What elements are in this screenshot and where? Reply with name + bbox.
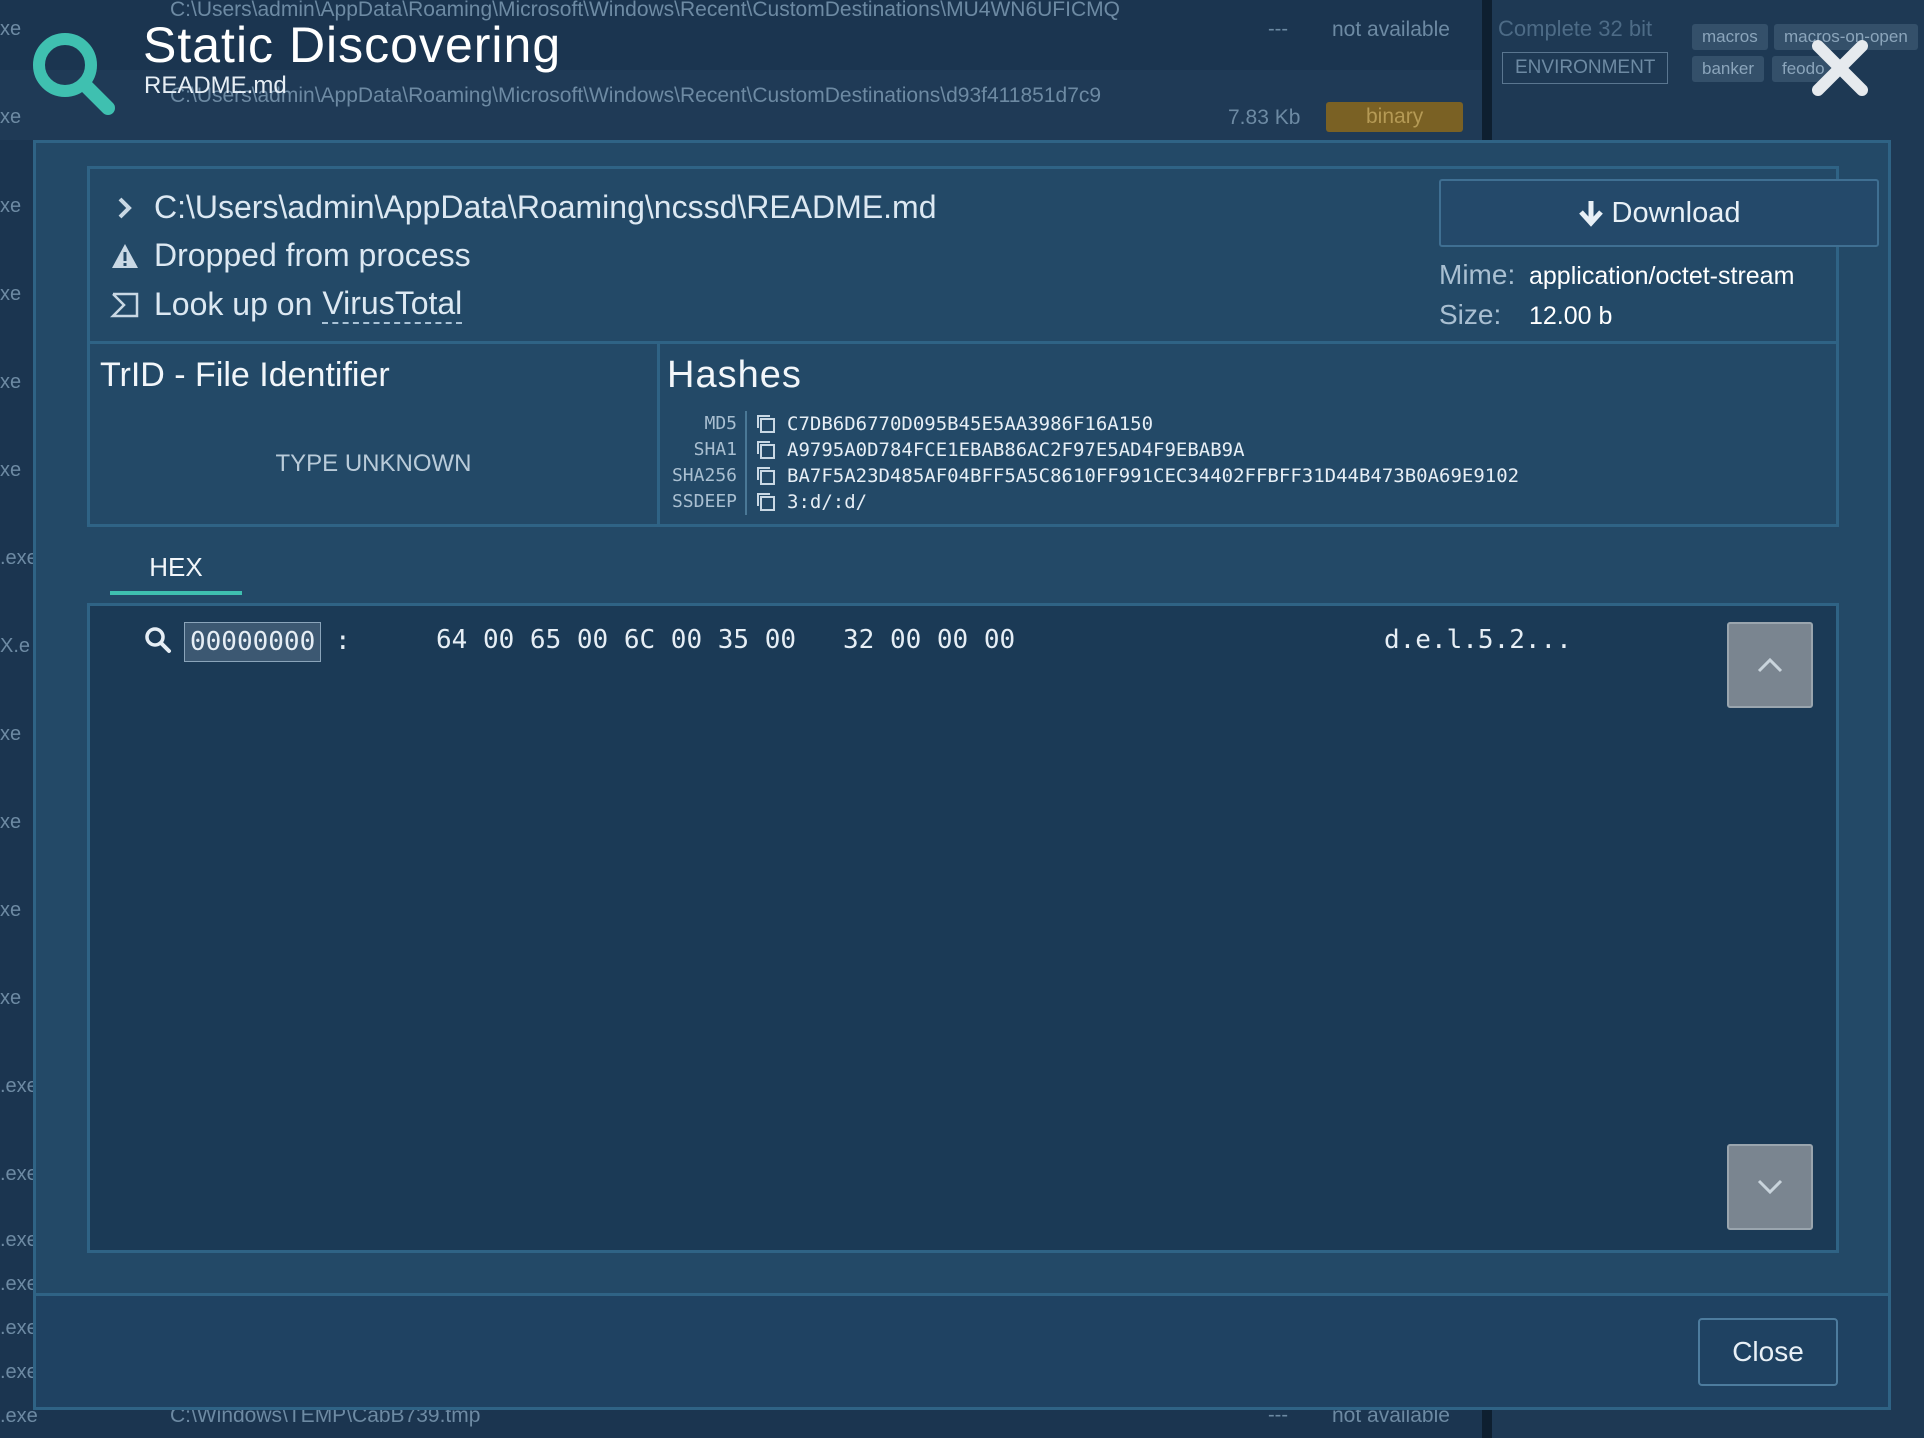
modal-footer: Close	[36, 1293, 1888, 1407]
background-environment: ENVIRONMENT	[1502, 52, 1669, 84]
mime-label: Mime:	[1439, 259, 1516, 290]
size-label: Size:	[1439, 299, 1502, 330]
download-button[interactable]: Download	[1439, 179, 1879, 247]
hex-viewer: 00000000 : 64 00 65 00 6C 00 35 00 32 00…	[87, 603, 1839, 1253]
hex-bytes: 64 00 65 00 6C 00 35 00 32 00 00 00	[436, 625, 1016, 655]
lookup-label: Look up on	[154, 286, 313, 322]
hash-label: SHA256	[657, 463, 747, 489]
close-icon[interactable]	[1808, 36, 1872, 100]
trid-title: TrID - File Identifier	[100, 356, 390, 394]
dropped-line: Dropped from process	[110, 237, 471, 274]
background-rail-label: .exe	[0, 1075, 38, 1097]
virustotal-link[interactable]: VirusTotal	[322, 285, 463, 324]
hash-label: MD5	[657, 411, 747, 437]
trid-section: TrID - File Identifier TYPE UNKNOWN	[87, 341, 660, 527]
hash-row-sha1: SHA1 A9795A0D784FCE1EBAB86AC2F97E5AD4F9E…	[657, 437, 1519, 463]
background-rail-label: xe	[0, 459, 22, 481]
hash-value: 3:d/:d/	[787, 491, 868, 513]
background-rail-label: xe	[0, 371, 22, 393]
mime-row: Mime: application/octet-stream	[1439, 259, 1794, 291]
background-rail-label: .exe	[0, 1405, 38, 1427]
page-subtitle: README.md	[144, 72, 287, 99]
copy-icon[interactable]	[755, 439, 777, 461]
background-row-path: C:\Users\admin\AppData\Roaming\Microsoft…	[170, 84, 1102, 107]
background-rail-label: .exe	[0, 547, 38, 569]
tab-hex[interactable]: HEX	[110, 547, 242, 595]
background-rail-label: xe	[0, 899, 22, 921]
hash-value: C7DB6D6770D095B45E5AA3986F16A150	[787, 413, 1154, 435]
chevron-right-icon	[118, 197, 132, 218]
background-rail-label: .exe	[0, 1273, 38, 1295]
page-title: Static Discovering	[143, 17, 562, 73]
file-path: C:\Users\admin\AppData\Roaming\ncssd\REA…	[154, 189, 937, 225]
hex-offset-input[interactable]: 00000000	[184, 622, 322, 662]
background-rail-label: .exe	[0, 1163, 38, 1185]
background-rail-label: .exe	[0, 1317, 38, 1339]
download-label: Download	[1611, 196, 1741, 229]
size-row: Size: 12.00 b	[1439, 299, 1612, 331]
hash-value: BA7F5A23D485AF04BFF5A5C8610FF991CEC34402…	[787, 465, 1520, 487]
scroll-down-button[interactable]	[1727, 1144, 1813, 1230]
copy-icon[interactable]	[755, 413, 777, 435]
virustotal-line: Look up on VirusTotal	[110, 285, 463, 324]
background-rail-label: xe	[0, 283, 22, 305]
hex-offset-separator: :	[335, 626, 351, 656]
background-complete-label: Complete 32 bit	[1498, 16, 1653, 41]
mime-value: application/octet-stream	[1529, 262, 1795, 290]
chevron-up-icon	[1757, 657, 1783, 673]
size-value: 12.00 b	[1529, 302, 1613, 330]
background-rail-label: X.e	[0, 635, 31, 657]
dropped-label: Dropped from process	[154, 237, 471, 273]
hashes-section: Hashes MD5 C7DB6D6770D095B45E5AA3986F16A…	[657, 341, 1839, 527]
background-rail-label: .exe	[0, 1361, 38, 1383]
hashes-title: Hashes	[667, 354, 802, 396]
background-row-size: 7.83 Kb	[1228, 106, 1301, 129]
warning-icon	[112, 243, 138, 268]
background-row-badge: binary	[1326, 102, 1464, 132]
hash-value: A9795A0D784FCE1EBAB86AC2F97E5AD4F9EBAB9A	[787, 439, 1245, 461]
file-info-section: C:\Users\admin\AppData\Roaming\ncssd\REA…	[87, 166, 1879, 341]
hash-row-sha256: SHA256 BA7F5A23D485AF04BFF5A5C8610FF991C…	[657, 463, 1519, 489]
arrow-down-icon	[1578, 201, 1603, 227]
hex-ascii: d.e.l.5.2...	[1384, 625, 1572, 655]
chevron-down-icon	[1757, 1179, 1783, 1195]
hash-row-ssdeep: SSDEEP 3:d/:d/	[657, 489, 1519, 515]
trid-type: TYPE UNKNOWN	[275, 450, 472, 477]
background-rail-label: xe	[0, 195, 22, 217]
background-tag: macros	[1692, 24, 1768, 50]
background-rail-label: xe	[0, 811, 22, 833]
background-rail-label: .exe	[0, 1229, 38, 1251]
copy-icon[interactable]	[755, 491, 777, 513]
search-icon[interactable]	[144, 626, 172, 654]
background-row-dash: ---	[1268, 18, 1288, 40]
search-icon	[33, 33, 115, 115]
hash-label: SHA1	[657, 437, 747, 463]
background-rail-label: xe	[0, 987, 22, 1009]
file-details-modal: C:\Users\admin\AppData\Roaming\ncssd\REA…	[33, 140, 1891, 1410]
file-path-line: C:\Users\admin\AppData\Roaming\ncssd\REA…	[110, 189, 937, 226]
hash-label: SSDEEP	[657, 489, 747, 515]
background-row-status: not available	[1332, 18, 1450, 41]
background-tag: banker	[1692, 56, 1764, 82]
hash-row-md5: MD5 C7DB6D6770D095B45E5AA3986F16A150	[657, 411, 1519, 437]
copy-icon[interactable]	[755, 465, 777, 487]
close-button[interactable]: Close	[1698, 1318, 1838, 1386]
background-rail-label: xe	[0, 723, 22, 745]
virustotal-icon	[110, 292, 139, 317]
scroll-up-button[interactable]	[1727, 622, 1813, 708]
hash-list: MD5 C7DB6D6770D095B45E5AA3986F16A150 SHA…	[657, 411, 1519, 515]
